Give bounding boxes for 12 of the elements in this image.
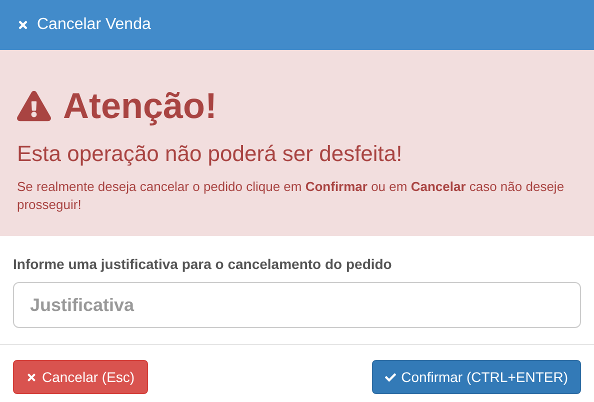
alert-subheading: Esta operação não poderá ser desfeita! — [17, 140, 404, 168]
field-label: Informe uma justificativa para o cancelamento do pedido — [13, 255, 393, 274]
check-icon — [385, 372, 396, 382]
confirm-button[interactable]: Confirmar (CTRL+ENTER) — [372, 360, 581, 394]
close-icon[interactable] — [17, 19, 29, 31]
close-icon — [26, 372, 37, 382]
window-title: Cancelar Venda — [37, 15, 151, 35]
alert-heading: Atenção! — [63, 84, 218, 128]
alert-message: Se realmente deseja cancelar o pedido clique em Confirmar ou em Cancelar caso não deseje prosseguir! — [17, 178, 566, 214]
justification-field[interactable]: Justificativa — [13, 282, 581, 328]
cancel-button[interactable]: Cancelar (Esc) — [13, 360, 148, 394]
warning-icon — [17, 90, 51, 122]
